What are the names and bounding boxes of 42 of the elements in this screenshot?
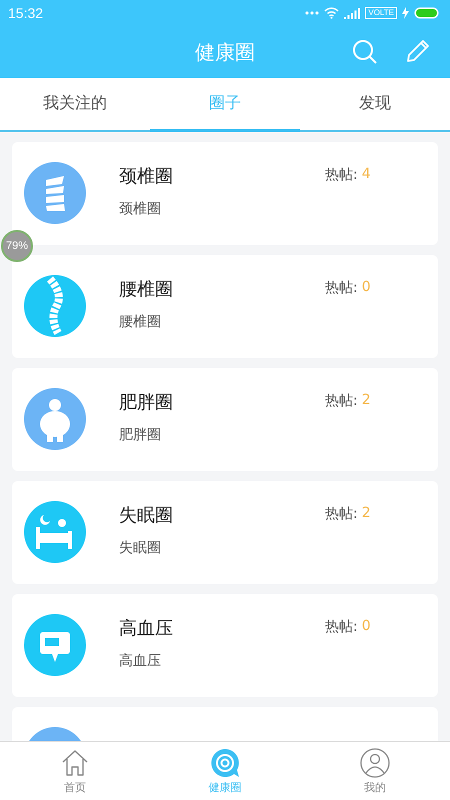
more-dots-icon xyxy=(305,11,320,15)
wifi-icon xyxy=(324,7,340,19)
circle-title: 颈椎圈 xyxy=(119,165,173,188)
hot-posts-count: 4 xyxy=(362,166,371,184)
circle-subtitle: 腰椎圈 xyxy=(119,313,161,331)
chat-bubble-icon xyxy=(210,748,240,778)
hot-posts-label: 热帖: xyxy=(325,392,358,410)
circle-card[interactable]: 失眠圈 失眠圈 热帖: 2 xyxy=(12,481,438,584)
edit-button[interactable] xyxy=(406,39,430,63)
hot-posts-count: 0 xyxy=(362,279,371,297)
hot-posts-label: 热帖: xyxy=(325,279,358,297)
page-title: 健康圈 xyxy=(195,38,255,66)
circle-subtitle: 颈椎圈 xyxy=(119,200,161,218)
hot-posts-label: 热帖: xyxy=(325,618,358,636)
tab[interactable]: 我关注的 xyxy=(0,78,150,132)
circle-subtitle: 失眠圈 xyxy=(119,539,161,557)
battery-icon xyxy=(414,7,440,19)
hot-posts-count: 2 xyxy=(362,505,371,523)
circle-card[interactable]: 腰椎圈 腰椎圈 热帖: 0 xyxy=(12,255,438,358)
charging-bolt-icon xyxy=(402,7,409,19)
network-badge: VOLTE xyxy=(365,7,397,19)
circle-title: 腰椎圈 xyxy=(119,278,173,301)
home-icon xyxy=(60,748,90,778)
circle-title: 失眠圈 xyxy=(119,504,173,527)
progress-bubble: 79% xyxy=(1,230,33,262)
circle-subtitle: 肥胖圈 xyxy=(119,426,161,444)
nav-item[interactable]: 我的 xyxy=(300,742,450,800)
circle-card[interactable]: 肥胖圈 肥胖圈 热帖: 2 xyxy=(12,368,438,471)
hot-posts-count: 0 xyxy=(362,618,371,636)
status-time: 15:32 xyxy=(8,5,44,21)
tab[interactable]: 发现 xyxy=(300,78,450,132)
hot-posts-label: 热帖: xyxy=(325,166,358,184)
circle-subtitle: 高血压 xyxy=(119,652,161,670)
nav-item[interactable]: 首页 xyxy=(0,742,150,800)
hot-posts-count: 2 xyxy=(362,392,371,410)
hot-posts-label: 热帖: xyxy=(325,505,358,523)
signal-icon xyxy=(344,8,360,18)
user-icon xyxy=(360,748,390,778)
search-button[interactable] xyxy=(352,39,378,65)
circle-title: 肥胖圈 xyxy=(119,391,173,414)
circle-card[interactable]: 高血压 高血压 热帖: 0 xyxy=(12,594,438,697)
circle-title: 高血压 xyxy=(119,617,173,640)
